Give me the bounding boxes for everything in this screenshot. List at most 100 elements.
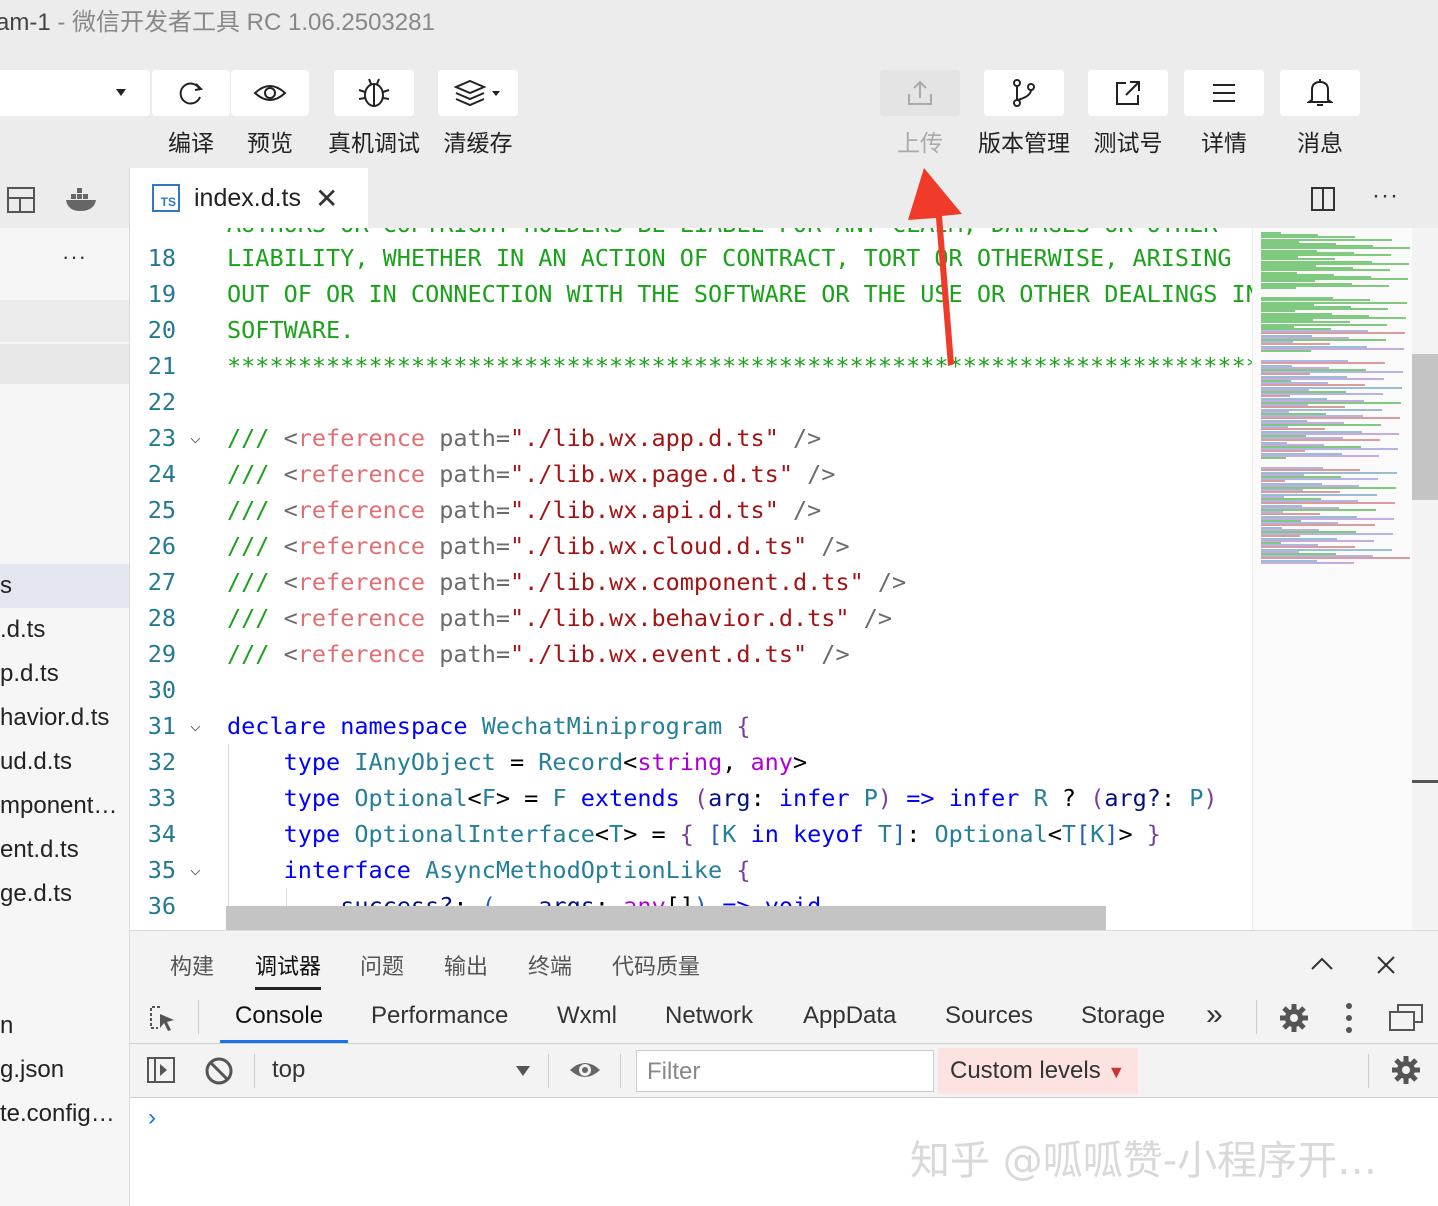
code-line: 28/// <reference path="./lib.wx.behavior… xyxy=(130,600,1412,636)
code-line: 18 LIABILITY, WHETHER IN AN ACTION OF CON… xyxy=(130,240,1412,276)
line-number: 19 xyxy=(147,280,176,308)
more-actions-button[interactable]: ··· xyxy=(1372,182,1399,210)
close-icon[interactable]: ✕ xyxy=(315,182,338,215)
device-debug-button[interactable] xyxy=(334,70,414,116)
divider xyxy=(1256,1000,1257,1034)
close-icon[interactable] xyxy=(1376,955,1396,975)
console-prompt[interactable]: › xyxy=(148,1104,156,1132)
file-item[interactable]: te.config… xyxy=(0,1092,129,1136)
messages-button[interactable] xyxy=(1280,70,1360,116)
split-editor-icon[interactable] xyxy=(1310,186,1336,212)
gear-icon[interactable] xyxy=(1278,1002,1310,1034)
tab-storage[interactable]: Storage xyxy=(1081,1002,1165,1030)
code-line: 27/// <reference path="./lib.wx.componen… xyxy=(130,564,1412,600)
file-item[interactable]: ud.d.ts xyxy=(0,740,129,784)
file-name: n xyxy=(0,1012,14,1039)
file-item[interactable]: n xyxy=(0,1004,129,1048)
vertical-scrollbar-track[interactable] xyxy=(1412,228,1438,930)
panel-tab-code-quality[interactable]: 代码质量 xyxy=(612,949,700,981)
code-line: 23 ⌵/// <reference path="./lib.wx.app.d.t… xyxy=(130,420,1412,456)
panel-tab-debugger[interactable]: 调试器 xyxy=(255,949,321,981)
sidebar-section xyxy=(0,300,129,342)
context-select[interactable]: top xyxy=(272,1056,305,1084)
layout-icon[interactable] xyxy=(6,186,36,214)
sidebar-more-button[interactable]: ··· xyxy=(62,244,87,270)
code-editor[interactable]: AUTHORS OR COPYRIGHT HOLDERS BE LIABLE F… xyxy=(130,228,1412,930)
reference-path: ./lib.wx.page.d.ts xyxy=(524,460,779,488)
filter-input[interactable]: Filter xyxy=(636,1050,934,1092)
test-account-button[interactable] xyxy=(1088,70,1168,116)
fold-chevron-icon[interactable]: ⌵ xyxy=(190,708,201,744)
reference-path: ./lib.wx.event.d.ts xyxy=(524,640,793,668)
code-line: 22 xyxy=(130,384,1412,420)
line-number: 29 xyxy=(147,640,176,668)
compile-button[interactable] xyxy=(152,70,230,116)
file-item[interactable]: ent.d.ts xyxy=(0,828,129,872)
upload-button[interactable] xyxy=(880,70,960,116)
file-item[interactable]: ge.d.ts xyxy=(0,872,129,916)
tab-performance[interactable]: Performance xyxy=(371,1002,508,1030)
console-settings-gear-icon[interactable] xyxy=(1390,1054,1422,1086)
minimap-line xyxy=(1261,457,1286,459)
mode-select[interactable] xyxy=(0,70,150,116)
bell-icon xyxy=(1307,79,1333,106)
panel-tab-terminal[interactable]: 终端 xyxy=(528,949,572,981)
undock-icon[interactable] xyxy=(1388,1002,1424,1032)
tab-console[interactable]: Console xyxy=(235,1002,323,1030)
docker-icon[interactable] xyxy=(64,184,100,214)
eye-icon[interactable] xyxy=(568,1058,602,1082)
clear-cache-button[interactable] xyxy=(438,70,518,116)
sidebar-toggle-icon[interactable] xyxy=(146,1056,176,1084)
chevron-up-icon[interactable] xyxy=(1310,955,1334,971)
log-levels-dropdown[interactable]: Custom levels ▼ xyxy=(938,1048,1138,1094)
tab-appdata[interactable]: AppData xyxy=(803,1002,896,1030)
line-number: 32 xyxy=(147,748,176,776)
tab-wxml[interactable]: Wxml xyxy=(557,1002,617,1030)
line-number: 20 xyxy=(147,316,176,344)
file-name: p.d.ts xyxy=(0,660,59,687)
code-text: ****************************************… xyxy=(227,352,1289,380)
inspect-element-icon[interactable] xyxy=(148,1004,178,1034)
details-button[interactable] xyxy=(1184,70,1264,116)
compile-label: 编译 xyxy=(168,130,214,156)
eye-icon xyxy=(253,85,287,101)
divider xyxy=(198,1000,199,1034)
panel-tab-output[interactable]: 输出 xyxy=(444,949,488,981)
kebab-menu-icon[interactable] xyxy=(1344,1002,1354,1034)
tab-network[interactable]: Network xyxy=(665,1002,753,1030)
line-number: 23 xyxy=(147,424,176,452)
panel-tab-build[interactable]: 构建 xyxy=(170,949,214,981)
minimap-line xyxy=(1261,350,1311,352)
tab-sources[interactable]: Sources xyxy=(945,1002,1033,1030)
panel-tab-problems[interactable]: 问题 xyxy=(360,949,404,981)
more-tabs-button[interactable]: » xyxy=(1206,998,1223,1032)
version-control-label: 版本管理 xyxy=(978,130,1070,156)
version-control-button[interactable] xyxy=(984,70,1064,116)
tab-index-d-ts[interactable]: TS index.d.ts ✕ xyxy=(130,168,368,228)
file-item[interactable]: p.d.ts xyxy=(0,652,129,696)
chevron-down-icon xyxy=(116,89,126,96)
horizontal-scrollbar[interactable] xyxy=(226,906,1106,930)
code-line: 21 **************************************… xyxy=(130,348,1412,384)
dropdown-arrow-icon: ▼ xyxy=(1107,1062,1126,1082)
line-number: 28 xyxy=(147,604,176,632)
line-number: 35 xyxy=(147,856,176,884)
menu-icon xyxy=(1213,84,1235,102)
preview-button[interactable] xyxy=(231,70,309,116)
file-name: ud.d.ts xyxy=(0,748,73,775)
divider xyxy=(1368,1054,1369,1088)
console-output[interactable]: › 知乎 @呱呱赞-小程序开… xyxy=(130,1098,1438,1206)
clear-console-icon[interactable] xyxy=(204,1056,234,1086)
fold-chevron-icon[interactable]: ⌵ xyxy=(190,420,201,456)
file-item[interactable]: havior.d.ts xyxy=(0,696,129,740)
minimap[interactable] xyxy=(1252,228,1412,930)
file-item[interactable]: .d.ts xyxy=(0,608,129,652)
file-item[interactable]: s xyxy=(0,564,129,608)
devtools-tab-bar: Console Performance Wxml Network AppData… xyxy=(130,992,1438,1044)
vertical-scrollbar-thumb[interactable] xyxy=(1412,354,1438,500)
code-line: 20 SOFTWARE. xyxy=(130,312,1412,348)
file-item[interactable]: mponent… xyxy=(0,784,129,828)
file-item[interactable]: g.json xyxy=(0,1048,129,1092)
fold-chevron-icon[interactable]: ⌵ xyxy=(190,852,201,888)
divider xyxy=(548,1054,549,1088)
